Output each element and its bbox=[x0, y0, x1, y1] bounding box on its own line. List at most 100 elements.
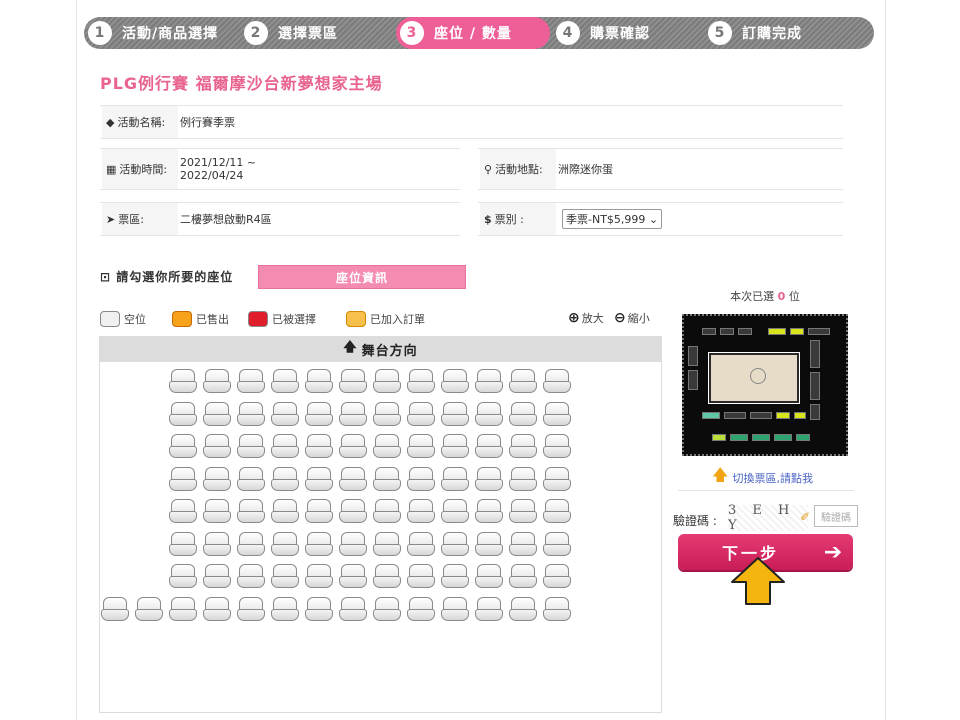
seat[interactable] bbox=[373, 369, 401, 393]
seat[interactable] bbox=[543, 564, 571, 588]
seat[interactable] bbox=[169, 434, 197, 458]
seat[interactable] bbox=[407, 434, 435, 458]
seat[interactable] bbox=[373, 401, 401, 426]
seat[interactable] bbox=[339, 596, 367, 621]
seat[interactable] bbox=[543, 596, 571, 621]
seat[interactable] bbox=[305, 401, 333, 426]
seat[interactable] bbox=[509, 499, 537, 523]
seat[interactable] bbox=[305, 531, 333, 556]
seat[interactable] bbox=[339, 466, 367, 491]
seat[interactable] bbox=[509, 531, 537, 556]
seat[interactable] bbox=[271, 401, 299, 426]
seat[interactable] bbox=[407, 531, 435, 556]
seat[interactable] bbox=[373, 564, 401, 588]
seat[interactable] bbox=[441, 596, 469, 621]
seat[interactable] bbox=[237, 466, 265, 491]
seat[interactable] bbox=[271, 596, 299, 621]
seat[interactable] bbox=[271, 466, 299, 491]
zoom-out-control[interactable]: ⊖ 縮小 bbox=[614, 310, 650, 326]
seat[interactable] bbox=[339, 531, 367, 556]
seat[interactable] bbox=[169, 369, 197, 393]
seat[interactable] bbox=[509, 564, 537, 588]
seat[interactable] bbox=[305, 596, 333, 621]
seat[interactable] bbox=[475, 369, 503, 393]
seat[interactable] bbox=[305, 466, 333, 491]
seat[interactable] bbox=[407, 499, 435, 523]
venue-map-thumbnail[interactable] bbox=[682, 314, 848, 456]
seat[interactable] bbox=[237, 369, 265, 393]
seat[interactable] bbox=[135, 596, 163, 621]
seat[interactable] bbox=[509, 434, 537, 458]
seat[interactable] bbox=[203, 531, 231, 556]
seat[interactable] bbox=[271, 499, 299, 523]
seat[interactable] bbox=[237, 401, 265, 426]
seat[interactable] bbox=[509, 369, 537, 393]
seat[interactable] bbox=[203, 466, 231, 491]
seat[interactable] bbox=[475, 434, 503, 458]
seat[interactable] bbox=[339, 499, 367, 523]
seat[interactable] bbox=[373, 466, 401, 491]
seat[interactable] bbox=[407, 369, 435, 393]
seat[interactable] bbox=[407, 596, 435, 621]
seat[interactable] bbox=[203, 434, 231, 458]
seat[interactable] bbox=[475, 531, 503, 556]
seat[interactable] bbox=[475, 499, 503, 523]
seat[interactable] bbox=[441, 369, 469, 393]
seat[interactable] bbox=[237, 434, 265, 458]
seat[interactable] bbox=[169, 531, 197, 556]
seat[interactable] bbox=[543, 531, 571, 556]
seat[interactable] bbox=[271, 434, 299, 458]
seat[interactable] bbox=[169, 499, 197, 523]
zoom-in-control[interactable]: ⊕ 放大 bbox=[568, 310, 604, 326]
seat[interactable] bbox=[305, 564, 333, 588]
seat[interactable] bbox=[271, 564, 299, 588]
seat[interactable] bbox=[305, 434, 333, 458]
seat[interactable] bbox=[169, 401, 197, 426]
seat-info-button[interactable]: 座位資訊 bbox=[258, 265, 466, 289]
seat[interactable] bbox=[305, 369, 333, 393]
seat[interactable] bbox=[237, 564, 265, 588]
seat[interactable] bbox=[203, 499, 231, 523]
seat[interactable] bbox=[237, 531, 265, 556]
seat[interactable] bbox=[543, 434, 571, 458]
seat[interactable] bbox=[509, 596, 537, 621]
seat[interactable] bbox=[271, 369, 299, 393]
seat[interactable] bbox=[509, 401, 537, 426]
seat[interactable] bbox=[203, 564, 231, 588]
seat[interactable] bbox=[543, 466, 571, 491]
seat[interactable] bbox=[305, 499, 333, 523]
seat[interactable] bbox=[373, 434, 401, 458]
seat[interactable] bbox=[441, 564, 469, 588]
seat[interactable] bbox=[339, 369, 367, 393]
switch-zone-link[interactable]: 🡅 切換票區,請點我 bbox=[712, 464, 813, 491]
ticket-type-select[interactable]: 季票-NT$5,999 ⌄ bbox=[562, 209, 663, 229]
seat[interactable] bbox=[475, 401, 503, 426]
seat[interactable] bbox=[203, 596, 231, 621]
seat[interactable] bbox=[543, 401, 571, 426]
seat[interactable] bbox=[373, 499, 401, 523]
seat[interactable] bbox=[475, 466, 503, 491]
seat[interactable] bbox=[237, 596, 265, 621]
seat[interactable] bbox=[339, 434, 367, 458]
seat[interactable] bbox=[237, 499, 265, 523]
seat[interactable] bbox=[509, 466, 537, 491]
captcha-input[interactable]: 驗證碼 bbox=[814, 505, 858, 527]
seat[interactable] bbox=[271, 531, 299, 556]
seat[interactable] bbox=[441, 401, 469, 426]
seat[interactable] bbox=[169, 564, 197, 588]
seat[interactable] bbox=[441, 466, 469, 491]
seat[interactable] bbox=[475, 564, 503, 588]
seat[interactable] bbox=[543, 369, 571, 393]
seat[interactable] bbox=[543, 499, 571, 523]
seat[interactable] bbox=[441, 499, 469, 523]
seat[interactable] bbox=[169, 596, 197, 621]
seat[interactable] bbox=[203, 369, 231, 393]
seat[interactable] bbox=[339, 401, 367, 426]
seat[interactable] bbox=[475, 596, 503, 621]
seat[interactable] bbox=[373, 531, 401, 556]
seat[interactable] bbox=[203, 401, 231, 426]
seat[interactable] bbox=[169, 466, 197, 491]
seat[interactable] bbox=[407, 401, 435, 426]
seat[interactable] bbox=[407, 564, 435, 588]
seat[interactable] bbox=[373, 596, 401, 621]
